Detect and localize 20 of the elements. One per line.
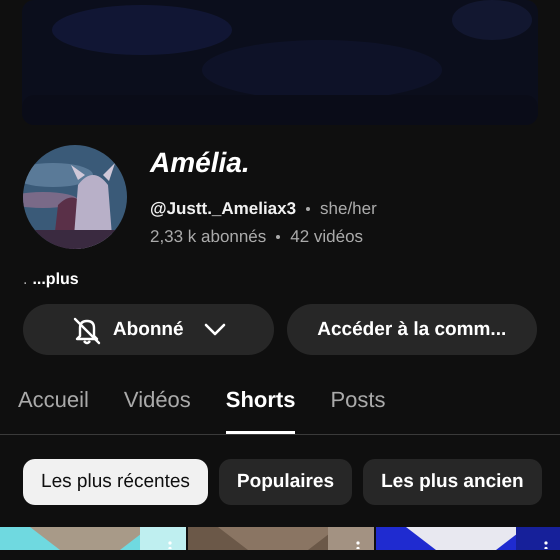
tab[interactable]: Accueil [18,370,89,434]
filter-chip[interactable]: Les plus ancien [363,459,542,505]
more-options-icon[interactable] [544,541,548,549]
tab[interactable]: Shorts [226,370,296,434]
separator-dot [306,207,310,211]
community-button[interactable]: Accéder à la comm... [286,304,537,355]
subscriber-count: 2,33 k abonnés [150,227,266,247]
pronouns: she/her [320,199,377,219]
tab[interactable]: Vidéos [124,370,191,434]
more-link[interactable]: ...plus [32,271,79,289]
channel-handle: @Justt._Ameliax3 [150,199,296,219]
chevron-down-icon [204,322,226,336]
channel-name: Amélia. [150,147,251,179]
subscribe-button[interactable]: Abonné [23,304,274,355]
separator-dot [276,235,280,239]
video-count: 42 vidéos [290,227,364,247]
tab[interactable]: Posts [330,370,386,434]
description: . [23,271,28,289]
filter-chip[interactable]: Populaires [218,459,352,505]
filter-chip[interactable]: Les plus récentes [23,459,208,505]
